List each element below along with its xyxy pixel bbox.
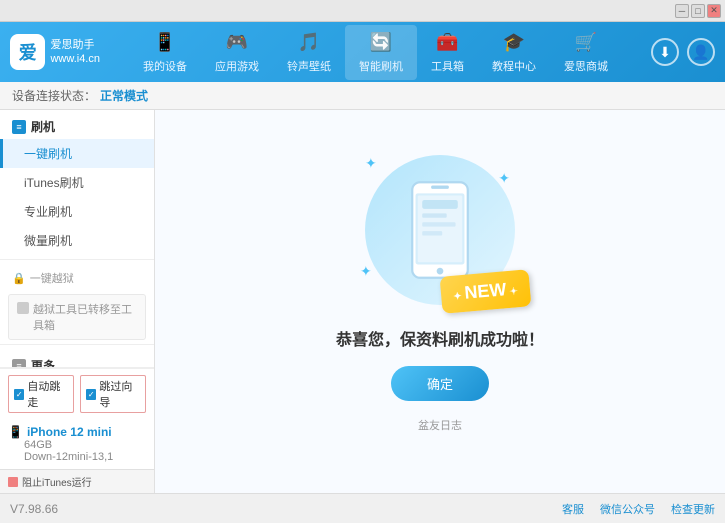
nav-label-my-device: 我的设备 <box>143 58 187 74</box>
jailbreak-notice: 越狱工具已转移至工具箱 <box>8 294 146 340</box>
skip-wizard-label: 跳过向导 <box>99 378 140 410</box>
download-button[interactable]: ⬇ <box>651 38 679 66</box>
nav-label-ringtones: 铃声壁纸 <box>287 58 331 74</box>
nav-item-my-device[interactable]: 📱 我的设备 <box>129 25 201 80</box>
confirm-button[interactable]: 确定 <box>391 366 489 401</box>
sidebar-item-itunes-flash[interactable]: iTunes刷机 <box>0 168 154 197</box>
itunes-bar[interactable]: 阻止iTunes运行 <box>0 469 154 493</box>
sidebar-item-pro-flash[interactable]: 专业刷机 <box>0 197 154 226</box>
auto-jump-check-icon: ✓ <box>14 389 24 400</box>
nav-label-apps-games: 应用游戏 <box>215 58 259 74</box>
toolbox-icon: 🧰 <box>436 31 460 55</box>
nav-label-store: 爱思商城 <box>564 58 608 74</box>
nav-label-toolbox: 工具箱 <box>431 58 464 74</box>
sparkle-icon-3: ✦ <box>360 263 372 280</box>
logo-icon: 爱 <box>10 34 45 70</box>
customer-service-link[interactable]: 客服 <box>562 501 584 517</box>
sidebar: ≡ 刷机 一键刷机 iTunes刷机 专业刷机 微量刷机 🔒 一键越狱 越狱工具… <box>0 110 155 493</box>
jailbreak-notice-text: 越狱工具已转移至工具箱 <box>33 301 137 333</box>
nav-items: 📱 我的设备 🎮 应用游戏 🎵 铃声壁纸 🔄 智能刷机 🧰 工具箱 🎓 教程中心… <box>100 25 651 80</box>
new-badge: NEW <box>440 269 532 314</box>
minimize-button[interactable]: ─ <box>675 4 689 18</box>
device-section: 📱 iPhone 12 mini 64GB Down-12mini-13,1 <box>0 419 154 469</box>
auto-jump-label: 自动跳走 <box>27 378 68 410</box>
flash-section-icon: ≡ <box>12 120 26 134</box>
skip-wizard-checkbox-container[interactable]: ✓ 跳过向导 <box>80 375 146 413</box>
sidebar-checkboxes: ✓ 自动跳走 ✓ 跳过向导 <box>0 368 154 419</box>
logo-area[interactable]: 爱 爱思助手 www.i4.cn <box>10 34 100 70</box>
store-icon: 🛒 <box>574 31 598 55</box>
nav-item-toolbox[interactable]: 🧰 工具箱 <box>417 25 478 80</box>
nav-label-tutorial: 教程中心 <box>492 58 536 74</box>
window-controls: ─ □ ✕ <box>675 4 721 18</box>
tutorial-icon: 🎓 <box>502 31 526 55</box>
bottom-right: 客服 微信公众号 检查更新 <box>562 501 715 517</box>
device-storage: 64GB <box>8 439 146 451</box>
nav-right: ⬇ 👤 <box>651 38 715 66</box>
jailbreak-label: 一键越狱 <box>30 270 74 286</box>
wechat-link[interactable]: 微信公众号 <box>600 501 655 517</box>
nav-label-smart-flash: 智能刷机 <box>359 58 403 74</box>
flash-section-title: 刷机 <box>31 118 55 135</box>
main-area: ≡ 刷机 一键刷机 iTunes刷机 专业刷机 微量刷机 🔒 一键越狱 越狱工具… <box>0 110 725 493</box>
status-bar: 设备连接状态： 正常模式 <box>0 82 725 110</box>
phone-badge-wrapper: ✦ ✦ ✦ NEW <box>360 150 520 310</box>
phone-svg <box>405 180 475 280</box>
title-bar: ─ □ ✕ <box>0 0 725 22</box>
nav-item-smart-flash[interactable]: 🔄 智能刷机 <box>345 25 417 80</box>
store-link[interactable]: 盆友日志 <box>418 417 462 433</box>
sparkle-icon-1: ✦ <box>365 155 377 172</box>
check-update-link[interactable]: 检查更新 <box>671 501 715 517</box>
sparkle-icon-2: ✦ <box>498 170 510 187</box>
sidebar-section-flash: ≡ 刷机 <box>0 110 154 139</box>
smart-flash-icon: 🔄 <box>369 31 393 55</box>
success-text: 恭喜您，保资料刷机成功啦！ <box>336 326 544 350</box>
sidebar-item-one-click-flash[interactable]: 一键刷机 <box>0 139 154 168</box>
user-button[interactable]: 👤 <box>687 38 715 66</box>
itunes-label: 阻止iTunes运行 <box>22 474 92 489</box>
version-label: V7.98.66 <box>10 502 58 516</box>
nav-item-ringtones[interactable]: 🎵 铃声壁纸 <box>273 25 345 80</box>
bottom-left: V7.98.66 <box>10 502 58 516</box>
success-illustration: ✦ ✦ ✦ NEW 恭喜您，保资料刷机成功啦！ 确定 盆友日志 <box>336 150 544 433</box>
maximize-button[interactable]: □ <box>691 4 705 18</box>
ringtones-icon: 🎵 <box>297 31 321 55</box>
close-button[interactable]: ✕ <box>707 4 721 18</box>
notice-lock-icon <box>17 302 29 314</box>
lock-icon: 🔒 <box>12 272 26 285</box>
bottom-bar: V7.98.66 客服 微信公众号 检查更新 <box>0 493 725 523</box>
my-device-icon: 📱 <box>153 31 177 55</box>
status-label: 设备连接状态： <box>12 87 96 104</box>
auto-jump-checkbox-container[interactable]: ✓ 自动跳走 <box>8 375 74 413</box>
status-value: 正常模式 <box>100 87 148 104</box>
apps-games-icon: 🎮 <box>225 31 249 55</box>
sidebar-divider-1 <box>0 259 154 260</box>
device-model: Down-12mini-13,1 <box>8 451 146 463</box>
stop-icon <box>8 477 18 487</box>
nav-item-tutorial[interactable]: 🎓 教程中心 <box>478 25 550 80</box>
sidebar-divider-2 <box>0 344 154 345</box>
nav-item-apps-games[interactable]: 🎮 应用游戏 <box>201 25 273 80</box>
phone-icon: 📱 <box>8 425 23 439</box>
nav-item-store[interactable]: 🛒 爱思商城 <box>550 25 622 80</box>
content-area: ✦ ✦ ✦ NEW 恭喜您，保资料刷机成功啦！ 确定 盆友日志 <box>155 110 725 493</box>
skip-wizard-check-icon: ✓ <box>86 389 96 400</box>
logo-text: 爱思助手 www.i4.cn <box>50 38 100 67</box>
device-name-row: 📱 iPhone 12 mini <box>8 425 146 439</box>
nav-bar: 爱 爱思助手 www.i4.cn 📱 我的设备 🎮 应用游戏 🎵 铃声壁纸 🔄 … <box>0 22 725 82</box>
device-name: iPhone 12 mini <box>27 425 112 439</box>
sidebar-item-micro-flash[interactable]: 微量刷机 <box>0 226 154 255</box>
sidebar-jailbreak-section: 🔒 一键越狱 <box>0 264 154 290</box>
